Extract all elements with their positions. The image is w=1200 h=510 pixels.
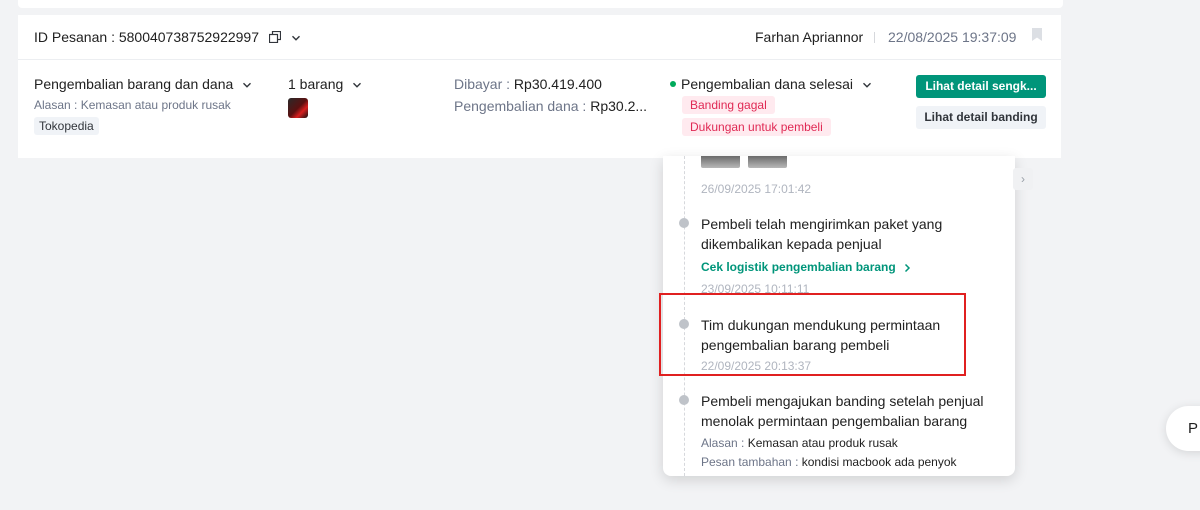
order-datetime: 22/08/2025 19:37:09 xyxy=(888,29,1017,45)
check-return-logistics-link[interactable]: Cek logistik pengembalian barang xyxy=(701,260,999,274)
status-dropdown[interactable]: Pengembalian dana selesai xyxy=(670,76,900,92)
return-info: Pengembalian barang dan dana Alasan : Ke… xyxy=(34,76,274,135)
event-title: Pembeli mengajukan banding setelah penju… xyxy=(701,393,984,429)
status-dot xyxy=(670,81,676,88)
status-badge: Banding gagal xyxy=(682,96,775,114)
header-divider xyxy=(874,32,875,43)
view-appeal-detail-button[interactable]: Lihat detail banding xyxy=(916,106,1046,129)
view-dispute-detail-button[interactable]: Lihat detail sengk... xyxy=(916,75,1046,98)
floating-action-button[interactable]: P xyxy=(1166,406,1200,451)
timeline-event: Pembeli telah mengirimkan paket yang dik… xyxy=(679,214,999,274)
chevron-down-icon xyxy=(353,83,362,88)
payment-info: Dibayar : Rp30.419.400 Pengembalian dana… xyxy=(454,76,654,114)
return-type[interactable]: Pengembalian barang dan dana xyxy=(34,76,274,92)
timeline-event: Pembeli mengajukan banding setelah penju… xyxy=(679,391,999,469)
status-info: Pengembalian dana selesai Banding gagal … xyxy=(670,76,900,136)
order-id: ID Pesanan : 580040738752922997 xyxy=(34,29,301,46)
event-note: Pesan tambahan : kondisi macbook ada pen… xyxy=(701,455,957,469)
order-id-label: ID Pesanan xyxy=(34,29,108,45)
event-timestamp: 26/09/2025 17:01:42 xyxy=(701,182,812,196)
chevron-down-icon xyxy=(243,83,252,88)
timeline-bullet xyxy=(679,218,689,228)
chevron-down-icon[interactable] xyxy=(291,30,301,46)
highlight-box xyxy=(659,293,966,376)
quantity-toggle[interactable]: 1 barang xyxy=(288,76,408,92)
proof-image[interactable] xyxy=(701,156,740,168)
return-reason: Alasan : Kemasan atau produk rusak xyxy=(34,98,231,112)
product-thumbnail[interactable] xyxy=(288,98,308,118)
copy-icon[interactable] xyxy=(268,30,281,46)
chevron-down-icon xyxy=(862,83,871,88)
status-badge: Dukungan untuk pembeli xyxy=(682,118,831,136)
buyer-name: Farhan Apriannor xyxy=(755,29,864,45)
event-title: Pembeli telah mengirimkan paket yang dik… xyxy=(701,216,943,252)
product-info: 1 barang xyxy=(288,76,408,118)
paid-amount: Dibayar : Rp30.419.400 xyxy=(454,76,602,92)
order-card-header: ID Pesanan : 580040738752922997 Farhan A… xyxy=(18,15,1061,60)
order-id-value: 580040738752922997 xyxy=(118,29,259,45)
bookmark-icon[interactable] xyxy=(1031,27,1043,47)
order-card: ID Pesanan : 580040738752922997 Farhan A… xyxy=(18,15,1061,158)
chevron-right-icon[interactable]: › xyxy=(1013,168,1033,190)
platform-tag: Tokopedia xyxy=(34,117,99,135)
previous-card-bottom xyxy=(18,0,1063,8)
event-reason: Alasan : Kemasan atau produk rusak xyxy=(701,436,898,450)
proof-image[interactable] xyxy=(748,156,787,168)
timeline-bullet xyxy=(679,395,689,405)
chevron-right-icon xyxy=(905,263,911,272)
refund-amount: Pengembalian dana : Rp30.2... xyxy=(454,98,648,114)
